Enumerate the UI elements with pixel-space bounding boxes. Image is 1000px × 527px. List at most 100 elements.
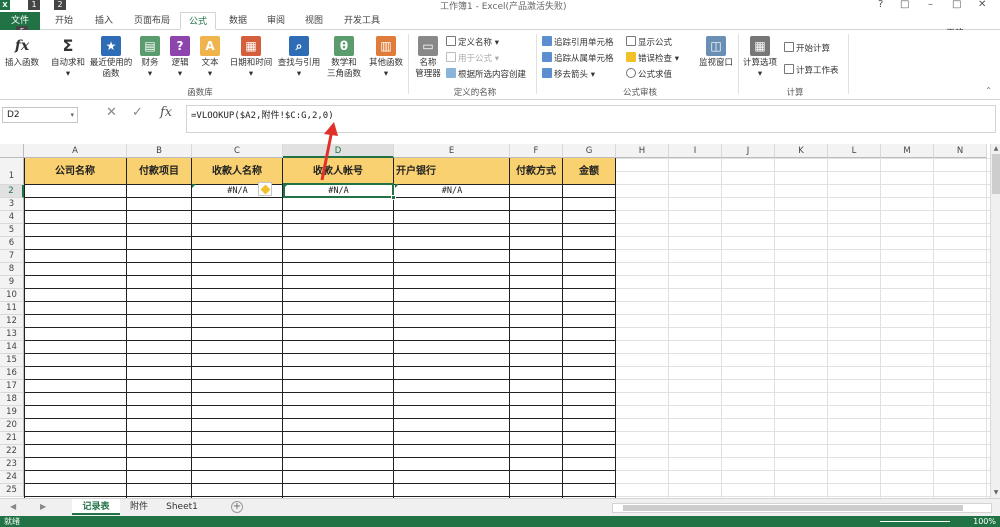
worksheet-grid[interactable]: ABCDEFGHIJKLMN 1 2 3 4 5 6 7 8 9 10 11 12 13 14 15 16 17… <box>0 144 990 498</box>
create-from-selection-button[interactable]: 根据所选内容创建 <box>446 68 526 80</box>
collapse-ribbon-icon[interactable]: ⌃ <box>985 86 992 95</box>
cancel-icon[interactable]: ✕ <box>106 105 117 120</box>
scroll-down-icon[interactable]: ▼ <box>992 489 1000 497</box>
row-header-18[interactable]: 18 <box>0 393 24 406</box>
row-header-24[interactable]: 24 <box>0 471 24 484</box>
select-all-corner[interactable] <box>0 144 24 158</box>
name-manager-button[interactable]: ▭ 名称 管理器 <box>412 36 444 80</box>
tab-insert[interactable]: 插入 <box>84 12 124 30</box>
insert-function-button[interactable]: fx 插入函数 <box>2 36 42 69</box>
row-header-11[interactable]: 11 <box>0 302 24 315</box>
close-icon[interactable]: ✕ <box>978 0 986 10</box>
evaluate-formula-button[interactable]: 公式求值 <box>626 68 672 80</box>
row-header-16[interactable]: 16 <box>0 367 24 380</box>
column-header-f[interactable]: F <box>510 144 563 158</box>
header-cell-e[interactable]: 开户银行 <box>394 158 510 185</box>
maximize-icon[interactable]: □ <box>952 0 961 10</box>
remove-arrows-button[interactable]: 移去箭头 ▾ <box>542 68 595 80</box>
vertical-scrollbar[interactable]: ▲ ▼ <box>990 144 1000 498</box>
row-header-9[interactable]: 9 <box>0 276 24 289</box>
trace-dependents-button[interactable]: 追踪从属单元格 <box>542 52 614 64</box>
logical-button[interactable]: ? 逻辑 ▾ <box>168 36 192 80</box>
cell-c2[interactable]: #N/A <box>192 185 283 198</box>
row-header-1[interactable]: 1 <box>0 158 24 185</box>
show-formulas-button[interactable]: 显示公式 <box>626 36 672 48</box>
header-cell-a[interactable]: 公司名称 <box>24 158 127 185</box>
row-header-7[interactable]: 7 <box>0 250 24 263</box>
add-sheet-button[interactable]: + <box>231 501 243 513</box>
tab-review[interactable]: 审阅 <box>258 12 294 30</box>
text-button[interactable]: A 文本 ▾ <box>198 36 222 80</box>
row-header-6[interactable]: 6 <box>0 237 24 250</box>
column-header-h[interactable]: H <box>616 144 669 158</box>
column-header-n[interactable]: N <box>934 144 987 158</box>
trace-precedents-button[interactable]: 追踪引用单元格 <box>542 36 614 48</box>
row-header-8[interactable]: 8 <box>0 263 24 276</box>
autosum-button[interactable]: Σ 自动求和 ▾ <box>48 36 88 80</box>
scroll-up-icon[interactable]: ▲ <box>992 145 1000 153</box>
row-header-21[interactable]: 21 <box>0 432 24 445</box>
row-header-5[interactable]: 5 <box>0 224 24 237</box>
column-header-a[interactable]: A <box>24 144 127 158</box>
column-header-i[interactable]: I <box>669 144 722 158</box>
recent-functions-button[interactable]: ★ 最近使用的 函数 <box>88 36 134 80</box>
next-sheet-icon[interactable]: ▶ <box>40 502 46 511</box>
row-header-13[interactable]: 13 <box>0 328 24 341</box>
row-header-4[interactable]: 4 <box>0 211 24 224</box>
zoom-slider[interactable] <box>880 521 950 522</box>
column-header-k[interactable]: K <box>775 144 828 158</box>
horizontal-scroll-thumb[interactable] <box>623 505 963 511</box>
row-header-17[interactable]: 17 <box>0 380 24 393</box>
error-checking-button[interactable]: 错误检查 ▾ <box>626 52 679 64</box>
row-header-3[interactable]: 3 <box>0 198 24 211</box>
sheet-tab-attachment[interactable]: 附件 <box>122 499 156 515</box>
more-functions-button[interactable]: ▥ 其他函数 ▾ <box>366 36 406 80</box>
sheet-tab-sheet1[interactable]: Sheet1 <box>160 499 204 515</box>
row-header-14[interactable]: 14 <box>0 341 24 354</box>
row-header-20[interactable]: 20 <box>0 419 24 432</box>
row-header-22[interactable]: 22 <box>0 445 24 458</box>
insert-function-icon[interactable]: fx <box>160 105 172 120</box>
column-header-j[interactable]: J <box>722 144 775 158</box>
column-header-e[interactable]: E <box>394 144 510 158</box>
watch-window-button[interactable]: ◫ 监视窗口 <box>696 36 736 69</box>
prev-sheet-icon[interactable]: ◀ <box>10 502 16 511</box>
column-header-l[interactable]: L <box>828 144 881 158</box>
calculation-options-button[interactable]: ▦ 计算选项 ▾ <box>740 36 780 80</box>
column-header-c[interactable]: C <box>192 144 283 158</box>
math-trig-button[interactable]: θ 数学和 三角函数 <box>324 36 364 80</box>
row-header-23[interactable]: 23 <box>0 458 24 471</box>
tab-developer[interactable]: 开发工具 <box>336 12 388 30</box>
cell-e2[interactable]: #N/A <box>394 185 510 198</box>
row-header-15[interactable]: 15 <box>0 354 24 367</box>
minimize-icon[interactable]: – <box>928 0 933 10</box>
header-cell-c[interactable]: 收款人名称 <box>192 158 283 185</box>
define-name-button[interactable]: 定义名称 ▾ <box>446 36 499 48</box>
zoom-level[interactable]: 100% <box>973 516 996 527</box>
column-header-m[interactable]: M <box>881 144 934 158</box>
header-cell-b[interactable]: 付款项目 <box>127 158 192 185</box>
ribbon-display-icon[interactable]: □ <box>900 0 909 10</box>
header-cell-f[interactable]: 付款方式 <box>510 158 563 185</box>
tab-page-layout[interactable]: 页面布局 <box>126 12 178 30</box>
row-header-2[interactable]: 2 <box>0 185 24 198</box>
help-icon[interactable]: ? <box>878 0 883 10</box>
header-cell-g[interactable]: 金额 <box>563 158 616 185</box>
row-header-25[interactable]: 25 <box>0 484 24 497</box>
vertical-scroll-thumb[interactable] <box>992 154 1000 194</box>
datetime-button[interactable]: ▦ 日期和时间 ▾ <box>228 36 274 80</box>
column-header-g[interactable]: G <box>563 144 616 158</box>
calculate-now-button[interactable]: 开始计算 <box>784 42 830 54</box>
tab-data[interactable]: 数据 <box>220 12 256 30</box>
sheet-tab-records[interactable]: 记录表 <box>72 499 120 515</box>
formula-input[interactable]: =VLOOKUP($A2,附件!$C:G,2,0) <box>186 105 996 133</box>
row-header-19[interactable]: 19 <box>0 406 24 419</box>
row-header-12[interactable]: 12 <box>0 315 24 328</box>
horizontal-scrollbar[interactable] <box>612 503 992 513</box>
tab-view[interactable]: 视图 <box>296 12 332 30</box>
enter-icon[interactable]: ✓ <box>132 105 143 120</box>
calculate-sheet-button[interactable]: 计算工作表 <box>784 64 839 76</box>
name-box[interactable]: D2 ▾ <box>2 107 78 123</box>
lookup-reference-button[interactable]: ⌕ 查找与引用 ▾ <box>276 36 322 80</box>
row-header-10[interactable]: 10 <box>0 289 24 302</box>
